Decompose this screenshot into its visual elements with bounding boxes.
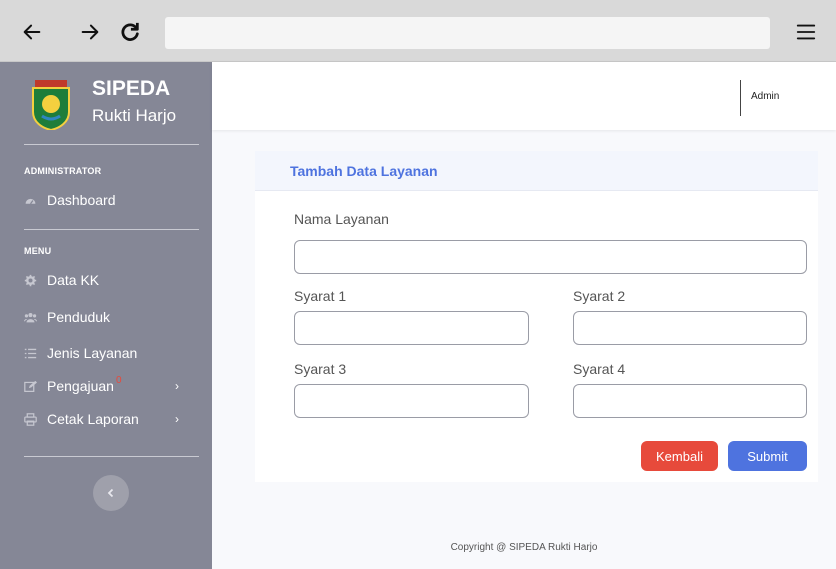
sidebar-toggle-button[interactable] <box>93 475 129 511</box>
reload-icon[interactable] <box>116 18 144 46</box>
arrow-right-icon[interactable] <box>76 18 104 46</box>
address-bar[interactable] <box>165 17 770 49</box>
sidebar-item-label: Jenis Layanan <box>47 345 138 361</box>
topbar-divider <box>740 80 741 116</box>
sidebar-item-label: Cetak Laporan <box>47 411 139 427</box>
sidebar-divider <box>24 144 199 145</box>
chevron-right-icon: › <box>175 379 179 393</box>
section-label-menu: MENU <box>24 246 52 256</box>
form-card: Tambah Data Layanan Nama Layanan Syarat … <box>255 151 818 482</box>
kembali-button[interactable]: Kembali <box>641 441 718 471</box>
syarat-1-label: Syarat 1 <box>294 288 347 304</box>
syarat-1-input[interactable] <box>294 311 529 345</box>
topbar: Admin <box>212 62 836 130</box>
user-menu[interactable]: Admin <box>751 91 779 102</box>
edit-icon <box>24 380 37 393</box>
sidebar-item-label: Dashboard <box>47 192 116 208</box>
sidebar-item-label: Data KK <box>47 272 100 288</box>
browser-toolbar <box>0 0 836 62</box>
users-icon <box>24 311 37 324</box>
chevron-left-icon <box>107 488 114 498</box>
list-icon <box>24 347 37 360</box>
sidebar-brand[interactable]: SIPEDA Rukti Harjo <box>0 62 212 142</box>
main-content: Admin Tambah Data Layanan Nama Layanan S… <box>212 62 836 569</box>
syarat-2-input[interactable] <box>573 311 807 345</box>
sidebar-item-jenis-layanan[interactable]: Jenis Layanan <box>24 342 194 364</box>
syarat-4-input[interactable] <box>573 384 807 418</box>
sidebar-item-data-kk[interactable]: Data KK <box>24 269 194 291</box>
section-label-administrator: ADMINISTRATOR <box>24 166 102 176</box>
nama-layanan-label: Nama Layanan <box>294 211 389 227</box>
arrow-left-icon[interactable] <box>18 18 46 46</box>
chevron-right-icon: › <box>175 412 179 426</box>
sipeda-logo <box>32 80 70 130</box>
print-icon <box>24 412 37 426</box>
sidebar-item-penduduk[interactable]: Penduduk <box>24 306 194 328</box>
sidebar-item-pengajuan[interactable]: Pengajuan 0 › <box>24 375 194 397</box>
card-header: Tambah Data Layanan <box>255 151 818 191</box>
tachometer-icon <box>24 194 37 207</box>
brand-title: SIPEDA <box>92 77 171 100</box>
sidebar-divider <box>24 456 199 457</box>
brand-subtitle: Rukti Harjo <box>92 106 177 125</box>
syarat-3-label: Syarat 3 <box>294 361 347 377</box>
gear-icon <box>24 274 37 287</box>
sidebar-item-dashboard[interactable]: Dashboard <box>24 189 194 211</box>
sidebar: SIPEDA Rukti Harjo ADMINISTRATOR Dashboa… <box>0 62 212 569</box>
sidebar-item-label: Penduduk <box>47 309 111 325</box>
sidebar-divider <box>24 229 199 230</box>
syarat-3-input[interactable] <box>294 384 529 418</box>
hamburger-menu-icon[interactable] <box>792 18 820 46</box>
sidebar-item-cetak-laporan[interactable]: Cetak Laporan › <box>24 408 194 430</box>
syarat-4-label: Syarat 4 <box>573 361 626 377</box>
footer-copyright: Copyright @ SIPEDA Rukti Harjo <box>450 542 598 553</box>
card-title: Tambah Data Layanan <box>290 163 438 179</box>
submit-button[interactable]: Submit <box>728 441 807 471</box>
syarat-2-label: Syarat 2 <box>573 288 626 304</box>
sidebar-item-label: Pengajuan <box>47 378 114 394</box>
nama-layanan-input[interactable] <box>294 240 807 274</box>
notification-badge: 0 <box>115 374 122 386</box>
